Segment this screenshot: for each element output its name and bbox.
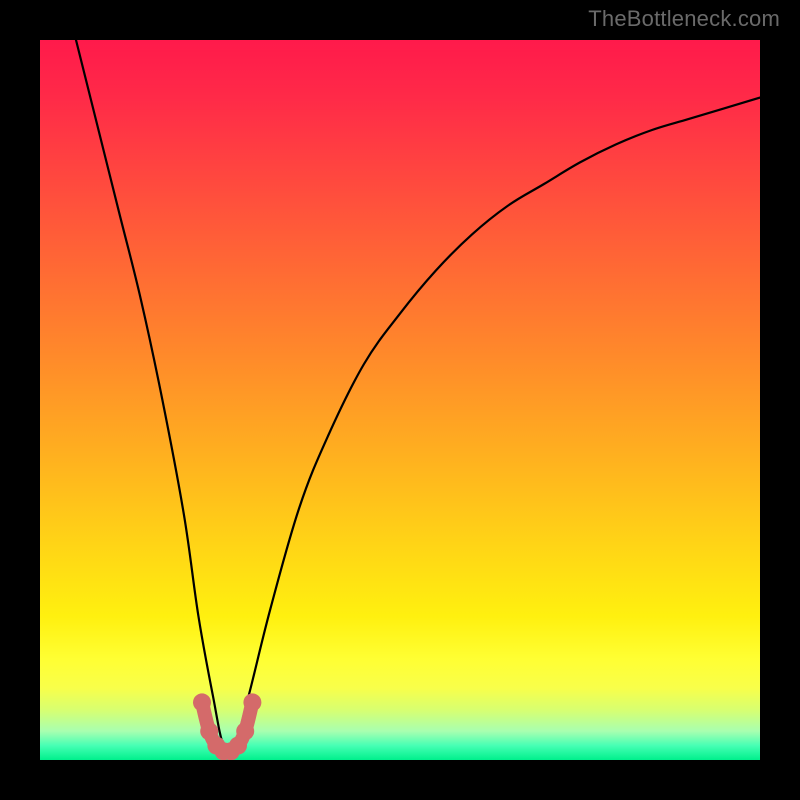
curve-layer (40, 40, 760, 760)
bottleneck-curve (76, 40, 760, 752)
chart-frame: TheBottleneck.com (0, 0, 800, 800)
highlight-dot (243, 693, 261, 711)
highlight-dot (236, 722, 254, 740)
plot-area (40, 40, 760, 760)
watermark-text: TheBottleneck.com (588, 6, 780, 32)
highlight-dot (193, 693, 211, 711)
bottom-highlight-dots (193, 693, 261, 760)
